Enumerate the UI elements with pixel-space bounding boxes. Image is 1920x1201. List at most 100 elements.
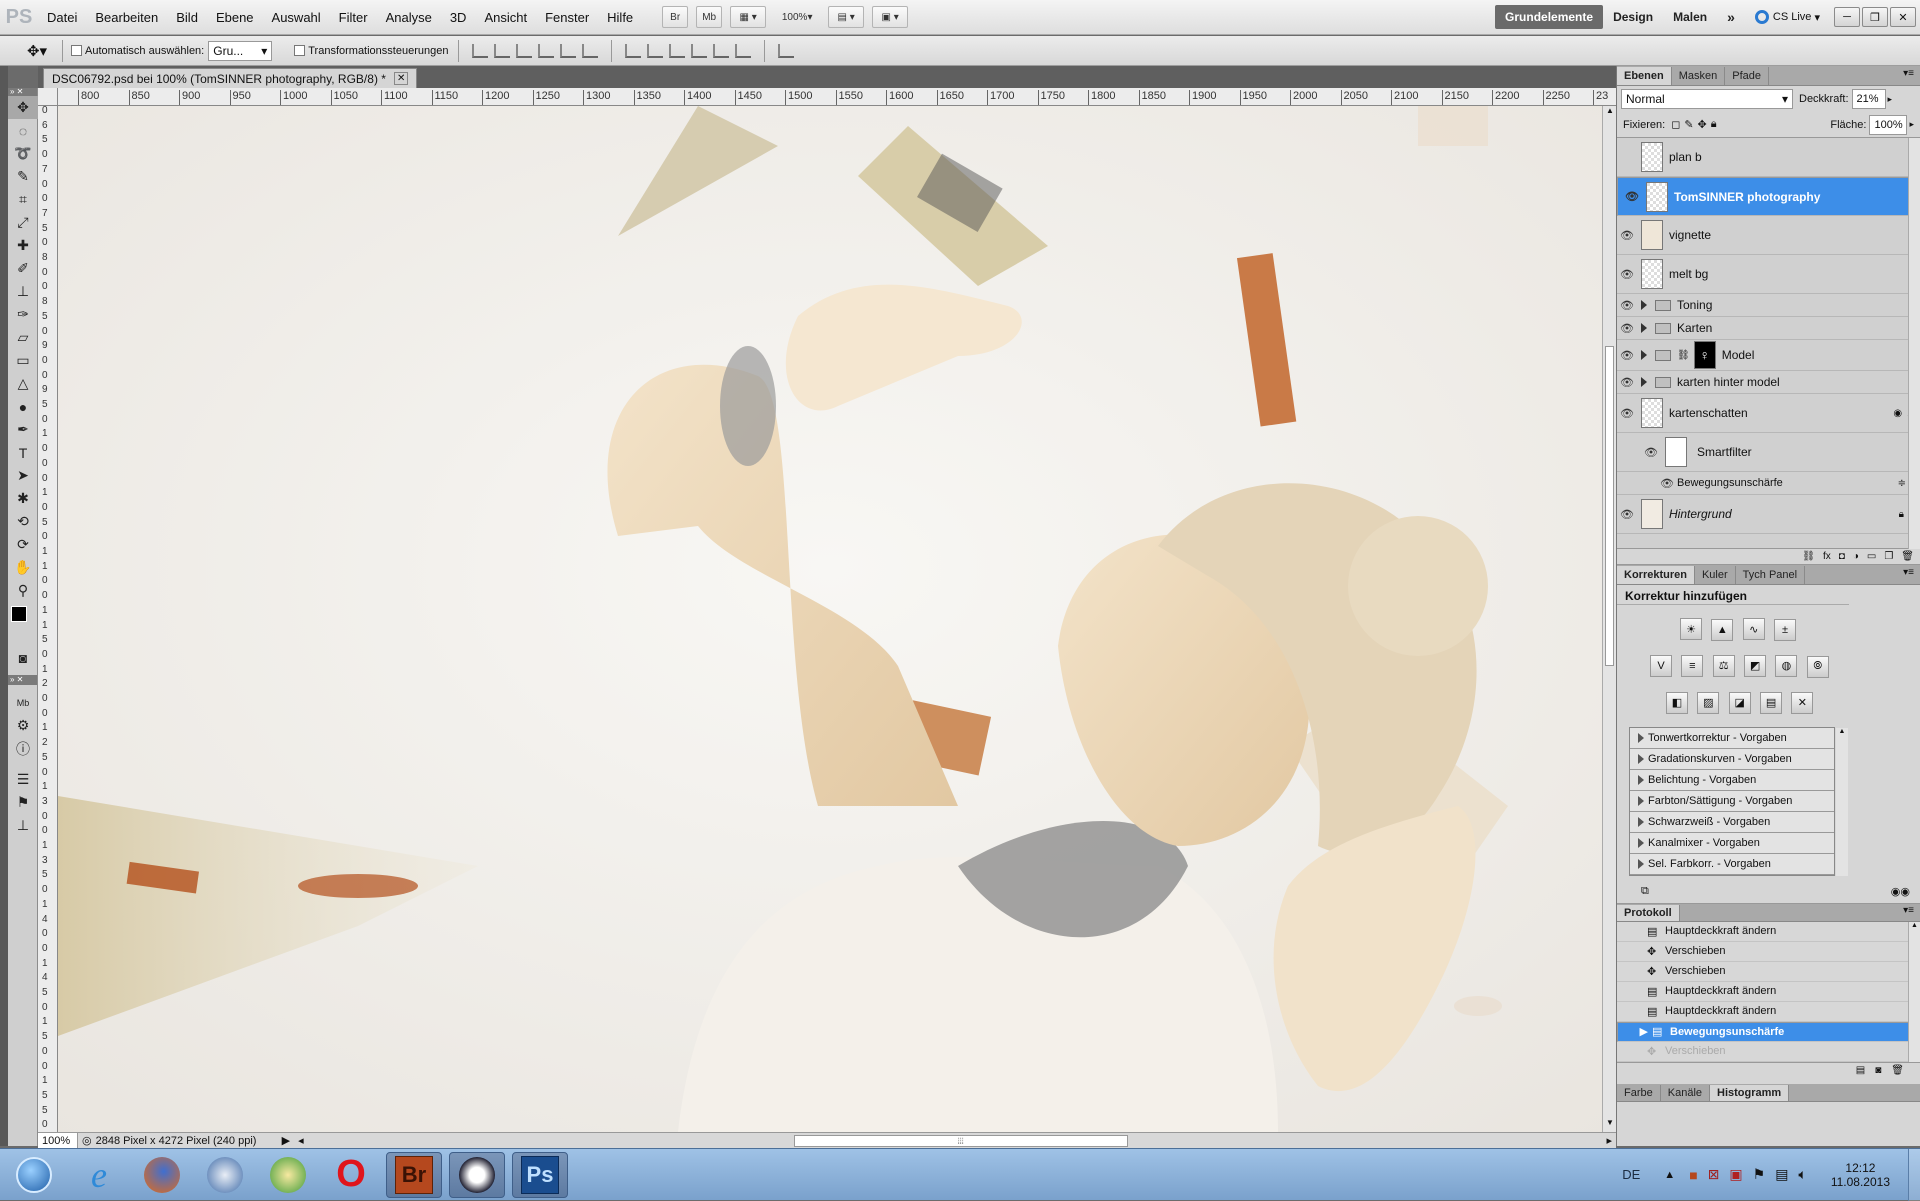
menu-bild[interactable]: Bild <box>167 0 207 35</box>
eye-icon[interactable]: 👁︎ <box>1617 299 1637 312</box>
tool-presets-button[interactable]: ⚙ <box>8 714 38 737</box>
panel-menu-icon[interactable]: ▾≡ <box>1903 567 1914 578</box>
document-tab[interactable]: DSC06792.psd bei 100% (TomSINNER photogr… <box>43 68 418 88</box>
tray-bridge-icon[interactable]: ■ <box>1689 1167 1697 1183</box>
panel-menu-icon[interactable]: ▾≡ <box>1903 68 1914 79</box>
layer-plan-b[interactable]: plan b <box>1617 138 1920 177</box>
distribute-hcenter-icon[interactable] <box>713 43 730 58</box>
brush-tool[interactable]: ✐ <box>8 257 38 280</box>
eye-icon[interactable]: 👁︎ <box>1657 477 1677 490</box>
distribute-top-icon[interactable] <box>625 43 642 58</box>
layer-kartenschatten[interactable]: 👁︎ kartenschatten ◉ ▲ <box>1617 394 1920 433</box>
tray-network-error-icon[interactable]: ⊠ <box>1708 1166 1720 1183</box>
hue-saturation-icon[interactable]: ≡ <box>1681 655 1704 677</box>
color-balance-icon[interactable]: ⚖ <box>1712 654 1735 677</box>
lock-transparency-icon[interactable]: ◻ <box>1671 118 1680 131</box>
layer-melt-bg[interactable]: 👁︎ melt bg <box>1617 255 1920 294</box>
move-tool-preset-picker[interactable]: ✥ ▾ <box>20 42 54 60</box>
zoom-level-dropdown[interactable]: 100% ▾ <box>774 6 820 28</box>
expand-triangle-icon[interactable] <box>1641 323 1647 333</box>
menu-auswahl[interactable]: Auswahl <box>263 0 330 35</box>
actions-panel-button[interactable]: ⚑ <box>8 791 38 814</box>
visibility-toggle[interactable] <box>1617 151 1637 163</box>
document-canvas[interactable] <box>58 106 1602 1132</box>
filter-bewegungsunschaerfe[interactable]: 👁︎ Bewegungsunschärfe ≑ <box>1617 472 1920 495</box>
vibrance-icon[interactable]: V <box>1650 655 1672 677</box>
menu-analyse[interactable]: Analyse <box>377 0 441 35</box>
healing-brush-tool[interactable]: ✚ <box>8 234 38 257</box>
history-item[interactable]: ▤ Hauptdeckkraft ändern <box>1617 1002 1920 1022</box>
workspace-malen[interactable]: Malen <box>1663 5 1717 29</box>
quick-mask-button[interactable]: ◙ <box>8 646 38 669</box>
menu-ebene[interactable]: Ebene <box>207 0 263 35</box>
toolbox-header[interactable]: » ✕ <box>8 88 37 96</box>
align-bottom-icon[interactable] <box>516 43 533 58</box>
cs-live-menu[interactable]: CS Live ▾ <box>1754 10 1820 24</box>
screen-mode-button[interactable]: ▣ ▾ <box>872 6 909 28</box>
show-hidden-icons-icon[interactable]: ▲ <box>1664 1169 1675 1181</box>
dodge-tool[interactable]: ● <box>8 395 38 418</box>
menu-datei[interactable]: Datei <box>38 0 86 35</box>
preset-tonwertkorrektur[interactable]: Tonwertkorrektur - Vorgaben <box>1630 727 1834 749</box>
bridge-button[interactable]: Br <box>662 6 689 28</box>
arrange-documents-button[interactable]: ▤ ▾ <box>828 6 865 28</box>
align-left-icon[interactable] <box>538 43 555 58</box>
panel-dock-header[interactable]: » ✕ <box>8 675 37 685</box>
link-layers-icon[interactable]: ⛓ <box>1802 551 1815 562</box>
workspace-grundelemente[interactable]: Grundelemente <box>1495 5 1604 29</box>
restore-button[interactable]: ❐ <box>1862 7 1888 27</box>
distribute-bottom-icon[interactable] <box>669 43 686 58</box>
3d-orbit-tool[interactable]: ⟳ <box>8 533 38 556</box>
gradient-tool[interactable]: ▭ <box>8 349 38 372</box>
align-hcenter-icon[interactable] <box>560 43 577 58</box>
vertical-scroll-thumb[interactable] <box>1605 346 1614 666</box>
eye-icon[interactable]: 👁︎ <box>1622 190 1642 203</box>
eye-icon[interactable]: 👁︎ <box>1617 376 1637 389</box>
align-vcenter-icon[interactable] <box>494 43 511 58</box>
taskbar-photoshop[interactable]: Ps <box>512 1151 568 1198</box>
levels-icon[interactable]: ▲ <box>1711 618 1734 641</box>
tray-device-icon[interactable]: ▤ <box>1775 1166 1788 1183</box>
tab-kuler[interactable]: Kuler <box>1695 566 1736 584</box>
vertical-scrollbar[interactable]: ▲ ▼ <box>1602 106 1616 1132</box>
view-extras-button[interactable]: ▦ ▾ <box>730 6 767 28</box>
expand-triangle-icon[interactable] <box>1641 350 1647 360</box>
align-top-icon[interactable] <box>472 43 489 58</box>
clone-source-panel-button[interactable]: ⊥ <box>8 814 38 837</box>
group-toning[interactable]: 👁︎ Toning <box>1617 294 1920 317</box>
hand-tool[interactable]: ✋ <box>8 556 38 579</box>
close-window-button[interactable]: ✕ <box>1890 7 1916 27</box>
history-brush-source-icon[interactable]: ▶ <box>1622 1025 1652 1038</box>
eye-icon[interactable]: 👁︎ <box>1617 508 1637 521</box>
3d-rotate-tool[interactable]: ⟲ <box>8 510 38 533</box>
taskbar-firefox[interactable] <box>134 1152 190 1198</box>
adjustment-options-icon[interactable]: ◉◉ <box>1891 885 1910 898</box>
taskbar-internet-explorer[interactable]: e <box>71 1152 127 1198</box>
gradient-map-icon[interactable]: ▤ <box>1760 691 1783 714</box>
history-item-undone[interactable]: ✥ Verschieben <box>1617 1042 1920 1062</box>
layer-hintergrund[interactable]: 👁︎ Hintergrund 🔒︎ <box>1617 495 1920 534</box>
fx-icon[interactable]: fx <box>1823 551 1831 562</box>
expand-triangle-icon[interactable] <box>1641 300 1647 310</box>
eyedropper-tool[interactable]: ⤢ <box>8 211 38 234</box>
tab-korrekturen[interactable]: Korrekturen <box>1617 566 1695 584</box>
move-tool[interactable]: ✥ <box>8 96 38 119</box>
start-button[interactable] <box>4 1152 64 1198</box>
preset-kanalmixer[interactable]: Kanalmixer - Vorgaben <box>1630 832 1834 854</box>
brightness-icon[interactable]: ☀ <box>1680 618 1702 640</box>
opacity-slider-icon[interactable]: ▸ <box>1888 94 1893 105</box>
taskbar-opera[interactable]: O <box>323 1152 379 1198</box>
adjust-panel-button[interactable]: ☰ <box>8 768 38 791</box>
menu-bearbeiten[interactable]: Bearbeiten <box>86 0 167 35</box>
add-mask-icon[interactable]: ◘ <box>1839 551 1845 562</box>
vertical-ruler[interactable]: 0650700750800850900950100010501100115012… <box>38 106 58 1132</box>
smart-filter-row[interactable]: 👁︎ Smartfilter <box>1617 433 1920 472</box>
menu-fenster[interactable]: Fenster <box>536 0 598 35</box>
menu-filter[interactable]: Filter <box>330 0 377 35</box>
posterize-icon[interactable]: ▨ <box>1697 691 1720 714</box>
history-item[interactable]: ✥ Verschieben <box>1617 962 1920 982</box>
layers-scrollbar[interactable] <box>1908 138 1920 549</box>
tab-histogramm[interactable]: Histogramm <box>1710 1084 1790 1101</box>
minimize-button[interactable]: ─ <box>1834 7 1860 27</box>
marquee-tool[interactable]: ◌ <box>8 119 38 142</box>
